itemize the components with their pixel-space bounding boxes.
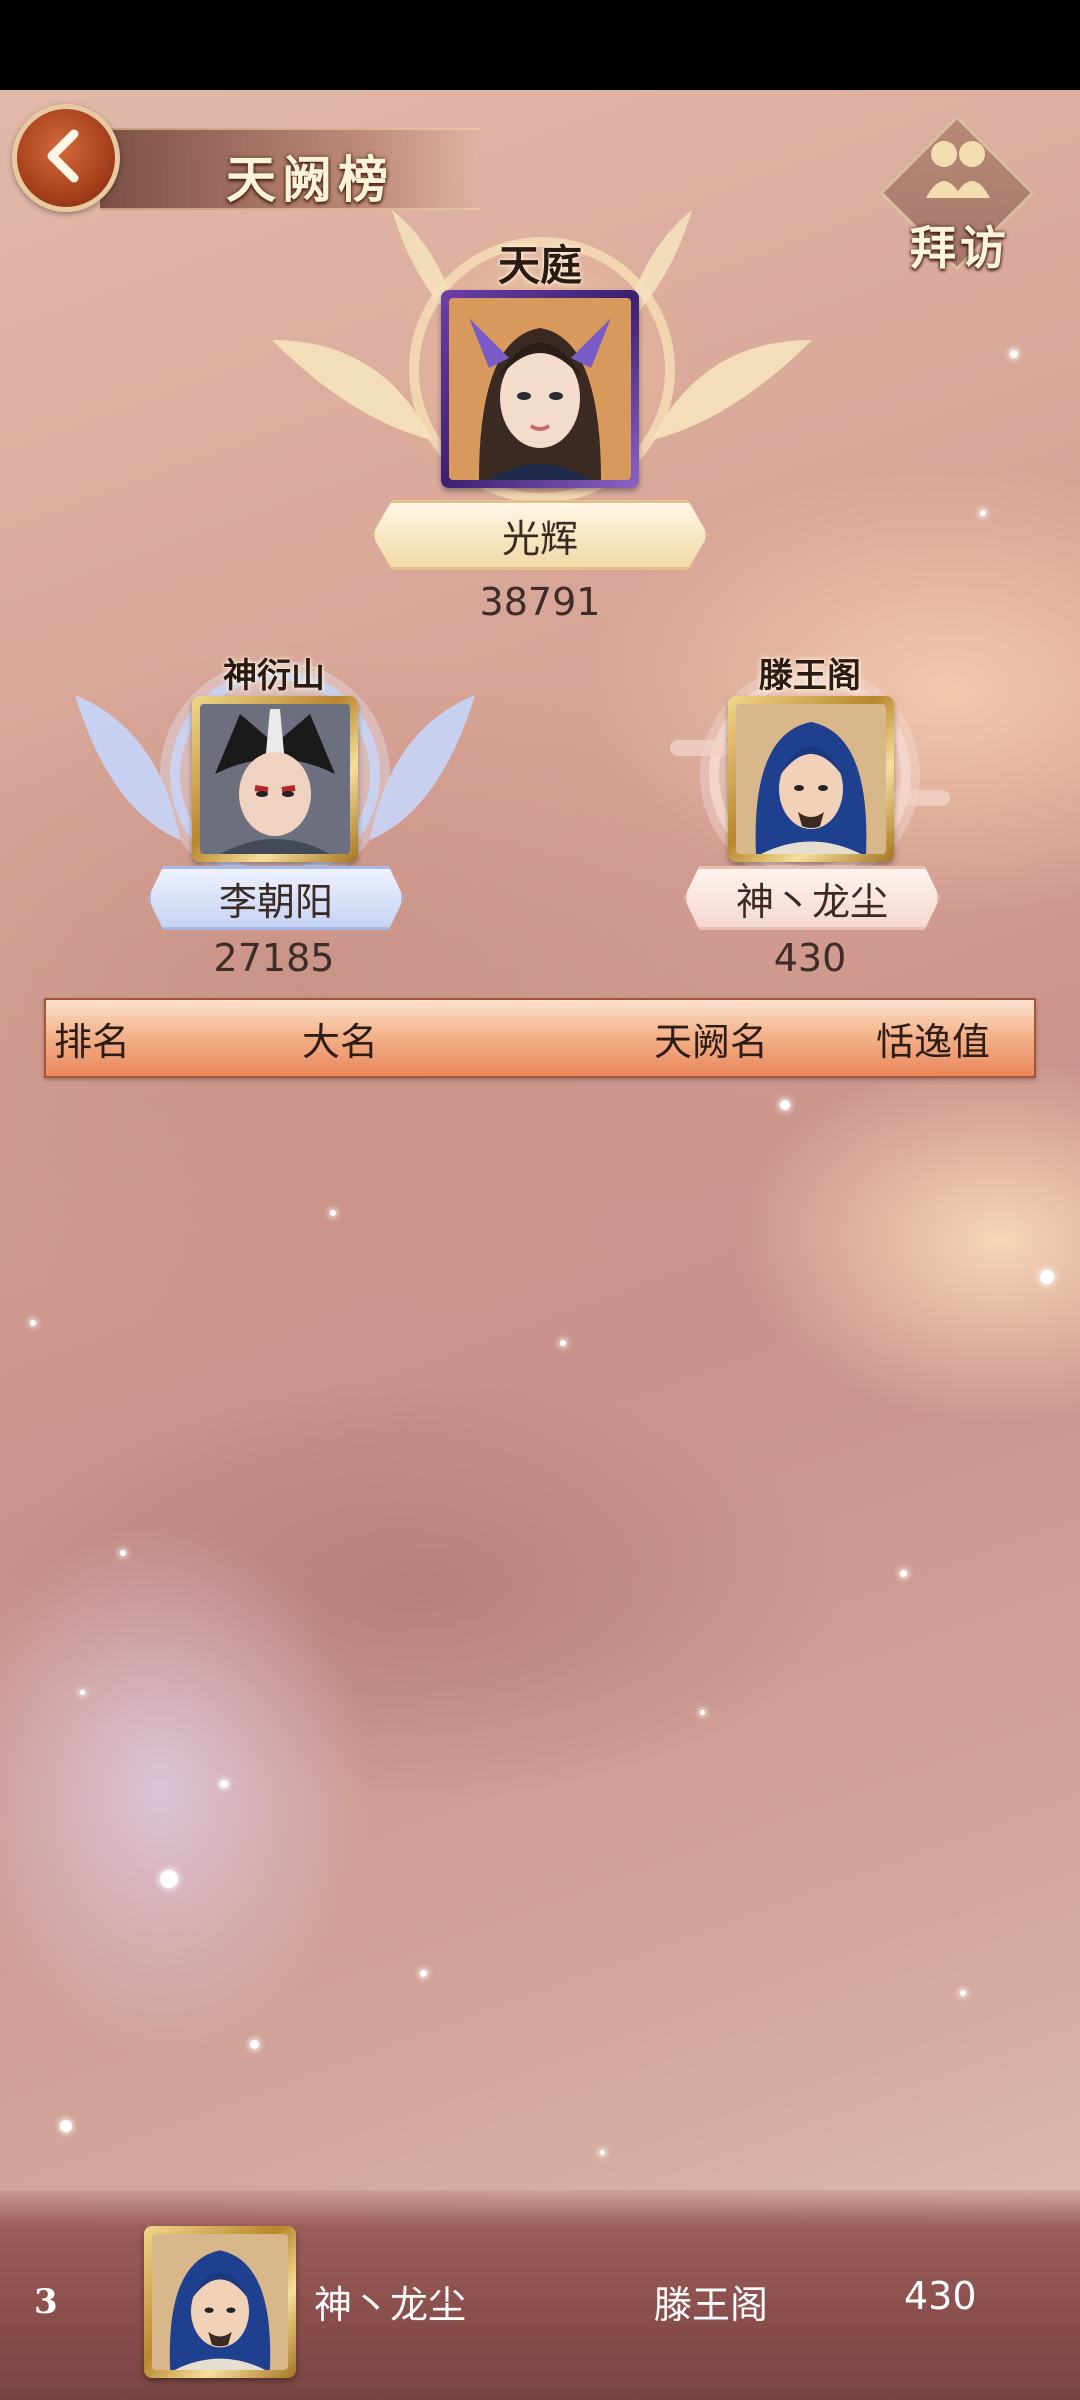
avatar-image — [736, 704, 886, 854]
score-value: 38791 — [479, 580, 601, 624]
avatar-rank-1[interactable] — [441, 290, 639, 488]
visit-label: 拜访 — [910, 221, 1010, 275]
column-header-name: 大名 — [302, 1019, 379, 1064]
my-avatar[interactable] — [144, 2226, 296, 2378]
my-sect: 滕王阁 — [654, 2283, 769, 2327]
name-plate: 神丶龙尘 — [684, 866, 940, 930]
column-header-score: 恬逸值 — [876, 1019, 991, 1064]
my-rank-number: 3 — [34, 2282, 58, 2322]
score-value: 27185 — [213, 936, 335, 980]
avatar-rank-3[interactable] — [728, 696, 894, 862]
column-header-sect: 天阙名 — [654, 1019, 769, 1064]
my-score: 430 — [904, 2274, 977, 2318]
visit-button[interactable]: 拜访 — [879, 115, 1040, 288]
chevron-left-icon — [36, 126, 96, 190]
name-plate: 光辉 — [372, 500, 708, 570]
ranking-list[interactable] — [44, 1078, 1036, 2178]
status-bar — [0, 0, 1080, 90]
back-button[interactable] — [12, 104, 120, 212]
avatar-rank-2[interactable] — [192, 696, 358, 862]
column-header-rank: 排名 — [54, 1019, 131, 1064]
avatar-image — [200, 704, 350, 854]
score-value: 430 — [773, 936, 847, 980]
sect-label: 滕王阁 — [759, 656, 861, 696]
avatar-image — [449, 298, 631, 480]
name-plate: 李朝阳 — [148, 866, 404, 930]
my-name: 神丶龙尘 — [314, 2283, 467, 2327]
two-figures-icon — [926, 141, 990, 198]
ranking-table-header: 排名 大名 天阙名 恬逸值 — [44, 998, 1036, 1078]
avatar-image — [152, 2234, 288, 2370]
sect-label: 天庭 — [497, 241, 582, 290]
sect-label: 神衍山 — [223, 656, 325, 696]
